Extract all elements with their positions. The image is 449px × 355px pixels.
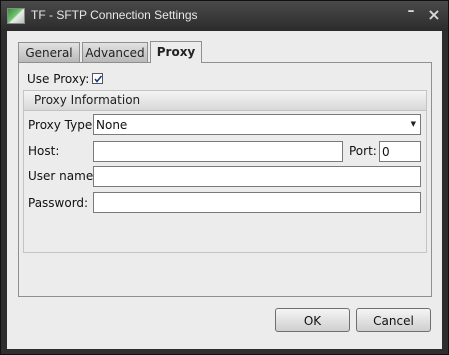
proxy-type-select[interactable]: None ▼	[93, 114, 421, 135]
dialog-window: TF - SFTP Connection Settings – × Genera…	[0, 0, 449, 355]
ok-button[interactable]: OK	[275, 308, 350, 332]
tab-proxy[interactable]: Proxy	[150, 41, 202, 63]
title-bar[interactable]: TF - SFTP Connection Settings – ×	[1, 1, 448, 31]
group-title: Proxy Information	[34, 93, 141, 107]
proxy-information-group: Proxy Information Proxy Type: None ▼ Hos…	[23, 90, 427, 253]
checkmark-icon	[94, 75, 103, 83]
proxy-type-label: Proxy Type:	[28, 118, 97, 132]
window-title: TF - SFTP Connection Settings	[31, 8, 198, 22]
use-proxy-checkbox[interactable]	[92, 73, 103, 84]
close-button[interactable]: ×	[426, 5, 442, 24]
dropdown-arrow-icon: ▼	[410, 120, 416, 128]
dialog-client-area: General Advanced Proxy Use Proxy: Proxy …	[7, 31, 442, 349]
password-input[interactable]	[93, 192, 421, 213]
username-label: User name:	[28, 169, 98, 183]
proxy-type-value: None	[96, 118, 128, 132]
tab-general[interactable]: General	[18, 42, 80, 62]
port-input[interactable]: 0	[379, 141, 421, 162]
group-header: Proxy Information	[24, 91, 426, 111]
host-input[interactable]	[93, 141, 343, 162]
password-label: Password:	[28, 196, 89, 210]
host-label: Host:	[28, 144, 60, 158]
use-proxy-label: Use Proxy:	[27, 72, 90, 86]
username-input[interactable]	[93, 166, 421, 187]
port-label: Port:	[349, 144, 377, 158]
cancel-button[interactable]: Cancel	[356, 308, 431, 332]
tab-advanced[interactable]: Advanced	[82, 42, 148, 62]
minimize-button[interactable]: –	[403, 3, 419, 19]
proxy-tab-panel: Use Proxy: Proxy Information Proxy Type:…	[18, 62, 432, 297]
app-image-icon	[7, 8, 25, 24]
